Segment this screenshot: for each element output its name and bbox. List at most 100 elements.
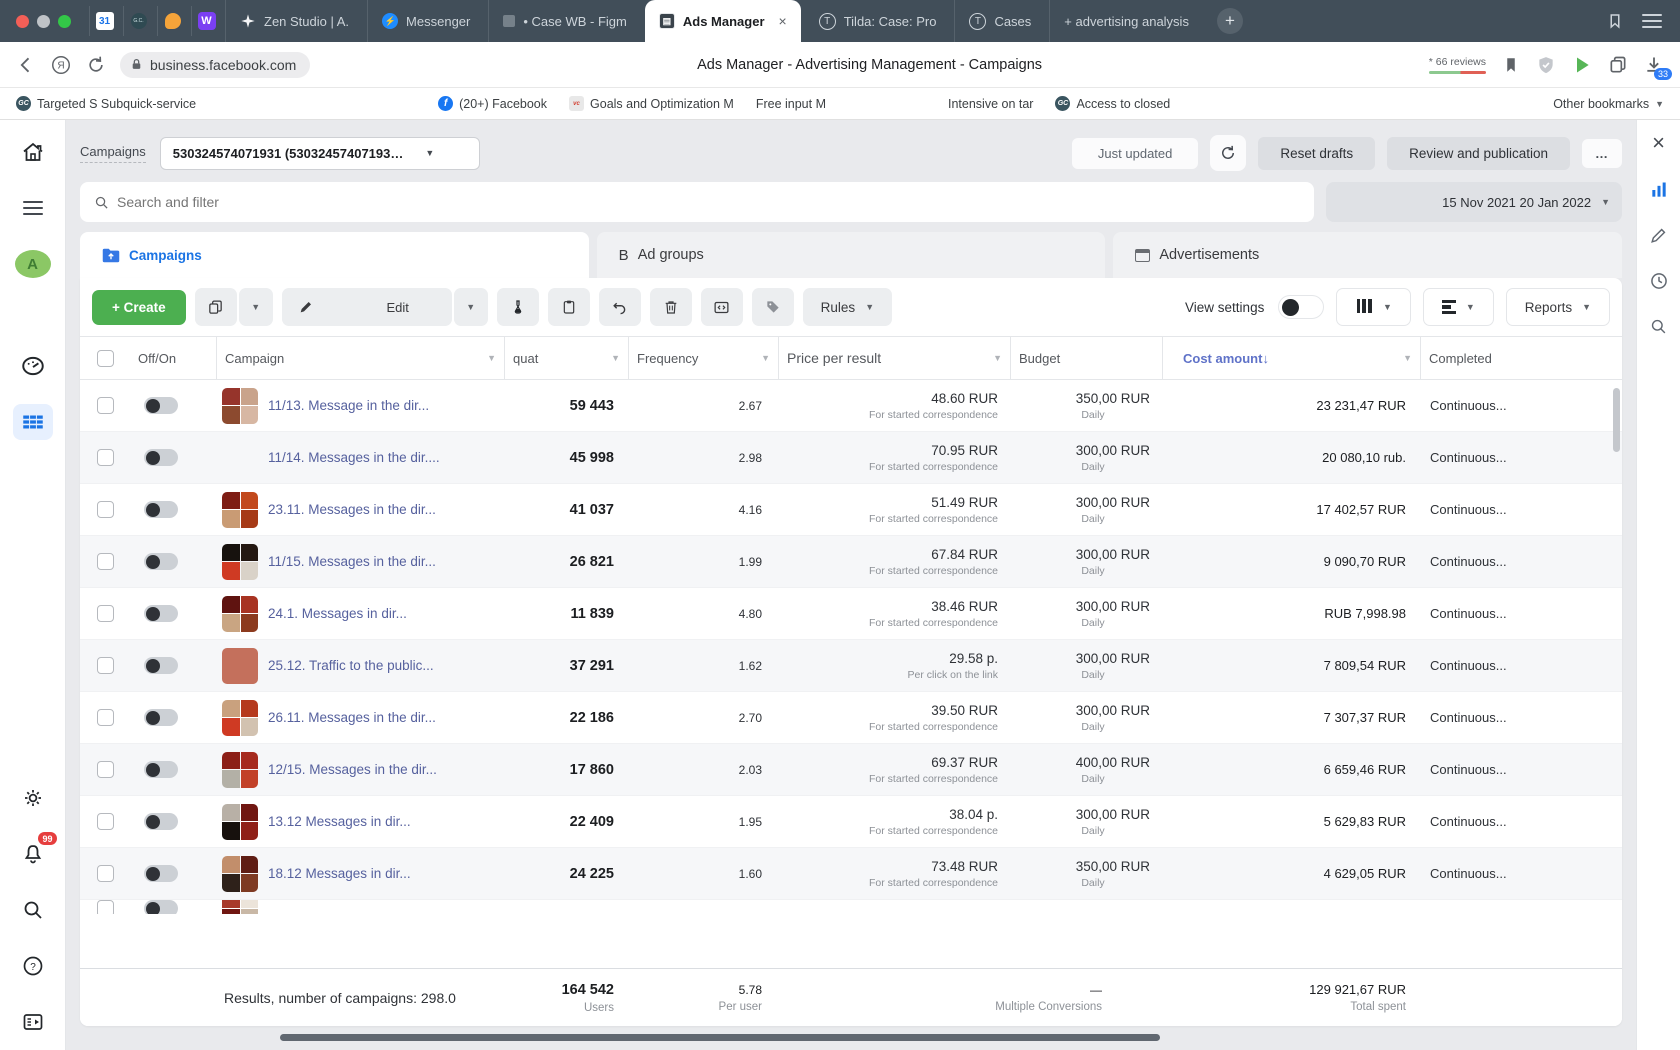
date-range-selector[interactable]: 15 Nov 2021 20 Jan 2022 ▼: [1326, 182, 1622, 222]
column-campaign[interactable]: Campaign▼: [216, 337, 504, 379]
reviews-widget[interactable]: * 66 reviews: [1429, 56, 1486, 74]
clipboard-button[interactable]: [548, 288, 590, 326]
other-bookmarks[interactable]: Other bookmarks▼: [1553, 97, 1664, 111]
rules-button[interactable]: Rules▼: [803, 288, 892, 326]
row-checkbox[interactable]: [97, 709, 114, 726]
table-row[interactable]: 24.1. Messages in dir... 11 839 4.80 38.…: [80, 588, 1622, 640]
yandex-browser-icon[interactable]: Я: [50, 54, 72, 76]
bookmark-item[interactable]: Intensive on tar: [948, 97, 1033, 111]
tab-advertising-analysis[interactable]: + advertising analysis: [1049, 0, 1203, 42]
column-results[interactable]: quat▼: [504, 337, 628, 379]
view-settings-toggle[interactable]: [1278, 295, 1324, 319]
pinned-tab-w[interactable]: W: [191, 6, 221, 36]
search-filter-bar[interactable]: [80, 182, 1314, 222]
select-all-checkbox[interactable]: [97, 350, 114, 367]
row-toggle[interactable]: [144, 865, 178, 882]
breakdown-button[interactable]: ▼: [1423, 288, 1494, 326]
row-checkbox[interactable]: [97, 553, 114, 570]
sidebar-account-avatar[interactable]: A: [13, 246, 53, 282]
zoom-window-icon[interactable]: [58, 15, 71, 28]
bookmark-item[interactable]: vcGoals and Optimization M: [569, 96, 734, 111]
row-toggle[interactable]: [144, 605, 178, 622]
new-tab-button[interactable]: +: [1217, 8, 1243, 34]
bookmark-item[interactable]: GCTargeted S Subquick-service: [16, 96, 196, 111]
tab-zen-studio[interactable]: Zen Studio | A.: [225, 0, 363, 42]
history-clock-icon[interactable]: [1649, 271, 1669, 291]
bookmark-item[interactable]: f(20+) Facebook: [438, 96, 547, 111]
back-icon[interactable]: [16, 55, 36, 75]
campaign-link[interactable]: 11/15. Messages in the dir...: [268, 554, 436, 569]
columns-button[interactable]: ▼: [1336, 288, 1411, 326]
charts-icon[interactable]: [1649, 180, 1669, 200]
column-price-per-result[interactable]: Price per result▼: [778, 337, 1010, 379]
row-toggle[interactable]: [144, 761, 178, 778]
row-toggle[interactable]: [144, 501, 178, 518]
tab-messenger[interactable]: ⚡ Messenger: [367, 0, 484, 42]
duplicate-button[interactable]: [195, 288, 237, 326]
campaign-link[interactable]: 18.12 Messages in dir...: [268, 866, 411, 881]
turbo-icon[interactable]: [1572, 55, 1592, 75]
protect-shield-icon[interactable]: [1536, 55, 1556, 75]
tab-ad-groups[interactable]: B Ad groups: [597, 232, 1106, 278]
collections-icon[interactable]: [1608, 55, 1628, 75]
bookmark-item[interactable]: Free input M: [756, 97, 826, 111]
campaign-link[interactable]: 23.11. Messages in the dir...: [268, 502, 436, 517]
downloads-button[interactable]: 33: [1644, 55, 1664, 75]
review-publication-button[interactable]: Review and publication: [1387, 137, 1570, 170]
close-tab-icon[interactable]: ×: [779, 13, 787, 29]
row-toggle[interactable]: [144, 709, 178, 726]
create-button[interactable]: + Create: [92, 290, 186, 325]
section-label[interactable]: Campaigns: [80, 144, 146, 163]
filter-caret-icon[interactable]: ▼: [993, 353, 1002, 363]
table-row[interactable]: 26.11. Messages in the dir... 22 186 2.7…: [80, 692, 1622, 744]
tab-tilda-case[interactable]: T Tilda: Case: Pro: [805, 0, 951, 42]
campaign-link[interactable]: 26.11. Messages in the dir...: [268, 710, 436, 725]
ad-account-select[interactable]: 530324574071931 (53032457407193… ▼: [160, 137, 480, 170]
row-toggle[interactable]: [144, 397, 178, 414]
sidebar-billing[interactable]: [13, 1004, 53, 1040]
row-checkbox[interactable]: [97, 397, 114, 414]
table-row[interactable]: 12/15. Messages in the dir... 17 860 2.0…: [80, 744, 1622, 796]
sidebar-settings[interactable]: [13, 780, 53, 816]
table-row[interactable]: 11/13. Message in the dir... 59 443 2.67…: [80, 380, 1622, 432]
filter-caret-icon[interactable]: ▼: [611, 353, 620, 363]
campaign-link[interactable]: 13.12 Messages in dir...: [268, 814, 411, 829]
tab-cases[interactable]: T Cases: [954, 0, 1045, 42]
row-checkbox[interactable]: [97, 449, 114, 466]
sidebar-home[interactable]: [13, 134, 53, 170]
close-icon[interactable]: ×: [1652, 132, 1665, 154]
row-checkbox[interactable]: [97, 501, 114, 518]
filter-caret-icon[interactable]: ▼: [761, 353, 770, 363]
row-checkbox[interactable]: [97, 813, 114, 830]
reports-button[interactable]: Reports▼: [1506, 288, 1610, 326]
campaign-link[interactable]: 11/13. Message in the dir...: [268, 398, 429, 413]
horizontal-scrollbar[interactable]: [80, 1034, 1622, 1044]
preview-button[interactable]: [701, 288, 743, 326]
row-checkbox[interactable]: [97, 900, 114, 914]
tag-button[interactable]: [752, 288, 794, 326]
row-checkbox[interactable]: [97, 865, 114, 882]
reload-icon[interactable]: [86, 55, 106, 75]
table-row[interactable]: 23.11. Messages in the dir... 41 037 4.1…: [80, 484, 1622, 536]
table-row[interactable]: 11/15. Messages in the dir... 26 821 1.9…: [80, 536, 1622, 588]
refresh-button[interactable]: [1210, 135, 1246, 171]
row-toggle[interactable]: [144, 900, 178, 914]
column-budget[interactable]: Budget: [1010, 337, 1162, 379]
ab-test-button[interactable]: [497, 288, 539, 326]
close-window-icon[interactable]: [16, 15, 29, 28]
table-row[interactable]: 13.12 Messages in dir... 22 409 1.95 38.…: [80, 796, 1622, 848]
table-row[interactable]: 11/14. Messages in the dir.... 45 998 2.…: [80, 432, 1622, 484]
column-frequency[interactable]: Frequency▼: [628, 337, 778, 379]
filter-caret-icon[interactable]: ▼: [1403, 353, 1412, 363]
inspect-icon[interactable]: [1649, 317, 1668, 336]
sidebar-campaigns-table[interactable]: [13, 404, 53, 440]
tab-panel-icon[interactable]: [1606, 12, 1624, 30]
column-cost-amount[interactable]: Cost amount↓▼: [1162, 337, 1420, 379]
column-completed[interactable]: Completed: [1420, 337, 1622, 379]
row-checkbox[interactable]: [97, 761, 114, 778]
sidebar-ads-manager[interactable]: [13, 348, 53, 384]
sidebar-menu[interactable]: [13, 190, 53, 226]
tab-figma-case[interactable]: • Case WB - Figm: [488, 0, 641, 42]
table-row[interactable]: 18.12 Messages in dir... 24 225 1.60 73.…: [80, 848, 1622, 900]
pinned-tab-calendar[interactable]: 31: [89, 6, 119, 36]
